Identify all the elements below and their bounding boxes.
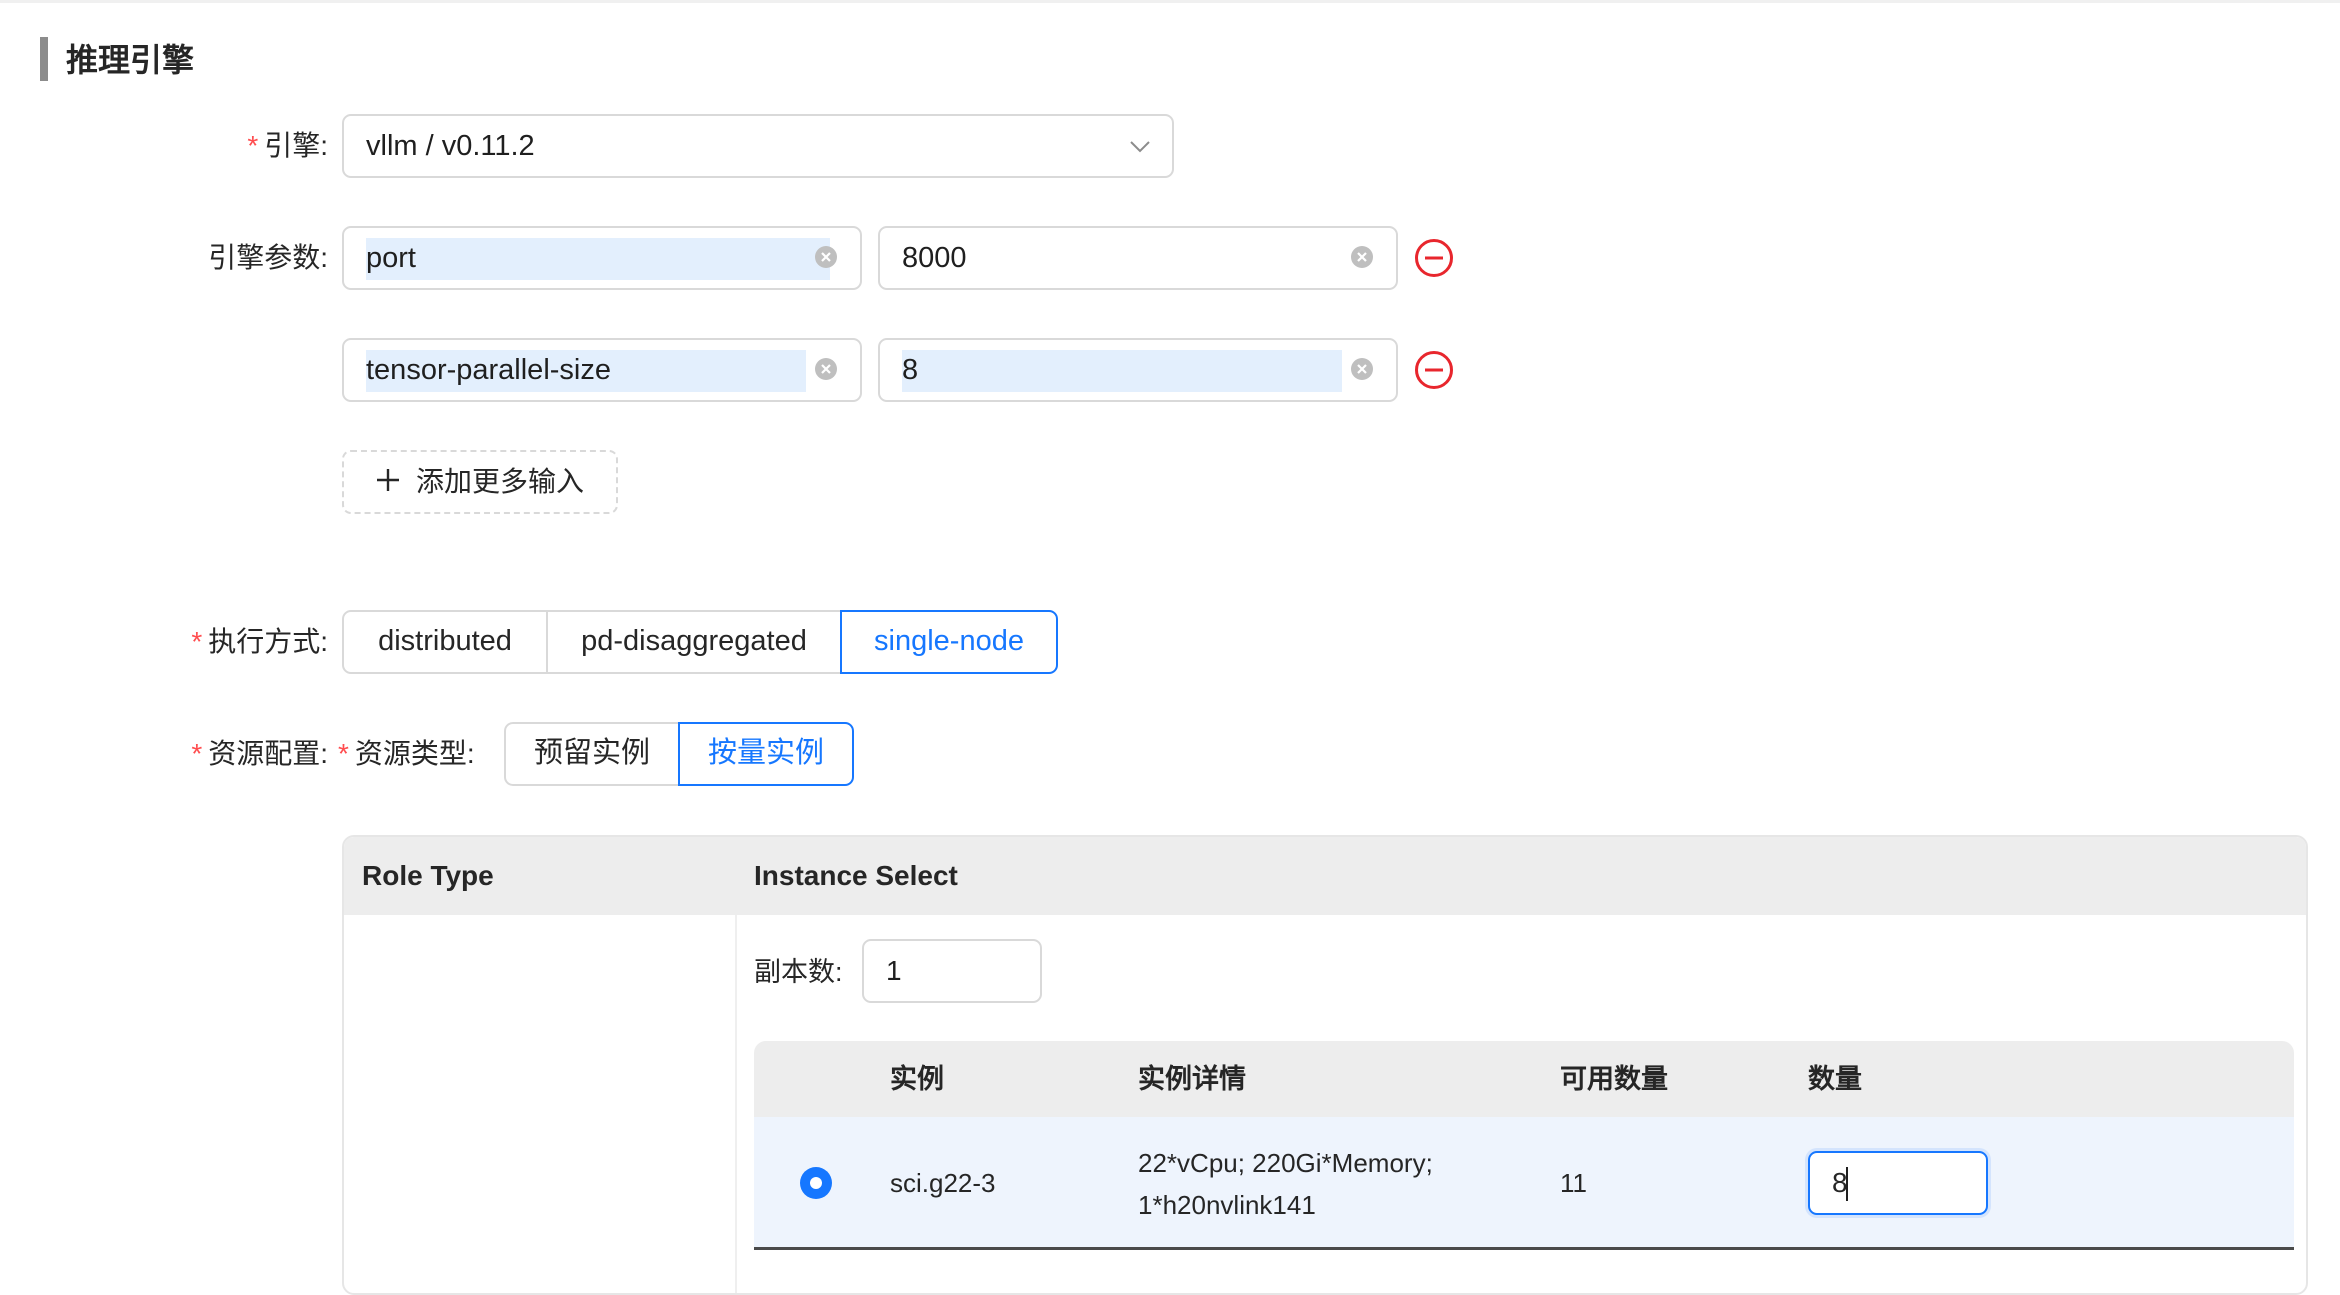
exec-mode-option-single-node[interactable]: single-node — [840, 610, 1058, 674]
param-value-value: 8000 — [902, 242, 967, 274]
param-key-value: port — [366, 242, 416, 274]
exec-mode-option-pd-disaggregated[interactable]: pd-disaggregated — [546, 610, 842, 674]
resource-type-option-reserved[interactable]: 预留实例 — [504, 722, 680, 786]
param-key-input[interactable]: tensor-parallel-size — [342, 338, 862, 402]
section-title: 推理引擎 — [66, 42, 195, 78]
text-selection-highlight — [366, 238, 830, 280]
engine-label-text: 引擎: — [264, 130, 328, 161]
instance-table-header — [754, 1041, 2294, 1117]
required-mark: * — [191, 626, 203, 657]
instance-column-header: 实例 — [890, 1064, 944, 1094]
top-border — [0, 0, 2340, 3]
details-column-header: 实例详情 — [1138, 1064, 1246, 1094]
instance-radio[interactable] — [800, 1167, 832, 1199]
resource-type-label: * 资源类型: — [338, 734, 494, 774]
replicas-value: 1 — [886, 955, 902, 986]
available-count: 11 — [1560, 1168, 1587, 1198]
instance-name: sci.g22-3 — [890, 1168, 996, 1198]
clear-circle-icon[interactable] — [1350, 357, 1374, 381]
param-key-value: tensor-parallel-size — [366, 354, 611, 386]
quantity-column-header: 数量 — [1808, 1064, 1862, 1094]
engine-select-value: vllm / v0.11.2 — [366, 130, 535, 162]
replicas-label: 副本数: — [754, 957, 843, 987]
clear-circle-icon[interactable] — [1350, 245, 1374, 269]
chevron-down-icon — [1130, 141, 1150, 153]
quantity-input[interactable]: 8 — [1808, 1151, 1988, 1215]
add-more-input-button[interactable]: 添加更多输入 — [342, 450, 618, 514]
required-mark: * — [191, 738, 203, 769]
remove-param-icon[interactable] — [1414, 238, 1454, 278]
clear-circle-icon[interactable] — [814, 245, 838, 269]
available-column-header: 可用数量 — [1560, 1064, 1668, 1094]
engine-select[interactable]: vllm / v0.11.2 — [342, 114, 1174, 178]
clear-circle-icon[interactable] — [814, 357, 838, 381]
role-instance-panel: Role Type Instance Select 副本数: 1 实例 实例详情… — [342, 835, 2308, 1295]
resource-type-option-on-demand[interactable]: 按量实例 — [678, 722, 854, 786]
param-value-value: 8 — [902, 354, 919, 386]
remove-param-icon[interactable] — [1414, 350, 1454, 390]
resource-config-label: * 资源配置: — [160, 734, 328, 774]
plus-icon — [377, 469, 399, 491]
text-selection-highlight — [902, 350, 1342, 392]
required-mark: * — [247, 130, 259, 161]
engine-params-label: 引擎参数: — [208, 242, 328, 273]
exec-mode-label: * 执行方式: — [160, 622, 328, 662]
add-more-label: 添加更多输入 — [416, 466, 585, 497]
param-key-input[interactable]: port — [342, 226, 862, 290]
resource-config-label-text: 资源配置: — [208, 738, 328, 769]
column-divider — [735, 915, 737, 1293]
panel-header — [344, 837, 2306, 915]
instance-details-line1: 22*vCpu; 220Gi*Memory; — [1138, 1148, 1433, 1178]
exec-mode-label-text: 执行方式: — [208, 626, 328, 657]
radio-dot-icon — [810, 1177, 822, 1189]
engine-label: * 引擎: — [180, 126, 328, 166]
section-bar — [40, 37, 48, 81]
instance-details-line2: 1*h20nvlink141 — [1138, 1190, 1316, 1220]
param-value-input[interactable]: 8000 — [878, 226, 1398, 290]
param-value-input[interactable]: 8 — [878, 338, 1398, 402]
replicas-input[interactable]: 1 — [862, 939, 1042, 1003]
exec-mode-option-distributed[interactable]: distributed — [342, 610, 548, 674]
role-type-header: Role Type — [362, 860, 494, 891]
resource-type-label-text: 资源类型: — [354, 738, 475, 769]
instance-select-header: Instance Select — [754, 860, 958, 891]
required-mark: * — [338, 738, 349, 769]
text-caret — [1846, 1167, 1848, 1201]
